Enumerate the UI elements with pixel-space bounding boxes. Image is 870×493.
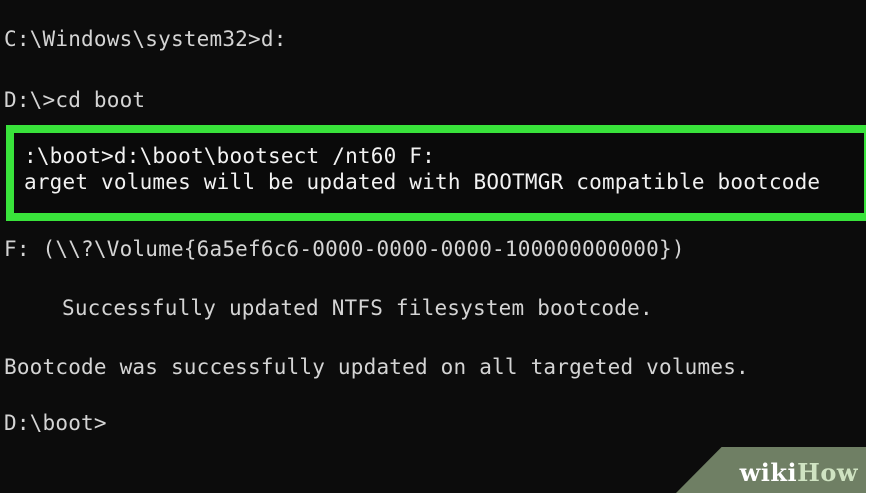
logo-part-how: How: [797, 458, 858, 487]
highlighted-output-line: arget volumes will be updated with BOOTM…: [24, 170, 821, 194]
logo-part-wiki: wiki: [739, 458, 798, 487]
terminal-prompt: D:\boot>: [4, 411, 107, 435]
highlighted-command-box: :\boot>d:\boot\bootsect /nt60 F: arget v…: [6, 125, 866, 221]
terminal-line: Successfully updated NTFS filesystem boo…: [62, 296, 653, 320]
command-prompt-window: C:\Windows\system32>d: D:\>cd boot :\boo…: [0, 0, 866, 493]
terminal-line: Bootcode was successfully updated on all…: [4, 355, 749, 379]
highlighted-command-line: :\boot>d:\boot\bootsect /nt60 F:: [24, 144, 435, 168]
terminal-line: F: (\\?\Volume{6a5ef6c6-0000-0000-0000-1…: [4, 237, 685, 261]
terminal-line: D:\>cd boot: [4, 88, 146, 112]
terminal-line: C:\Windows\system32>d:: [4, 27, 287, 51]
wikihow-logo: wikiHow: [740, 458, 858, 487]
